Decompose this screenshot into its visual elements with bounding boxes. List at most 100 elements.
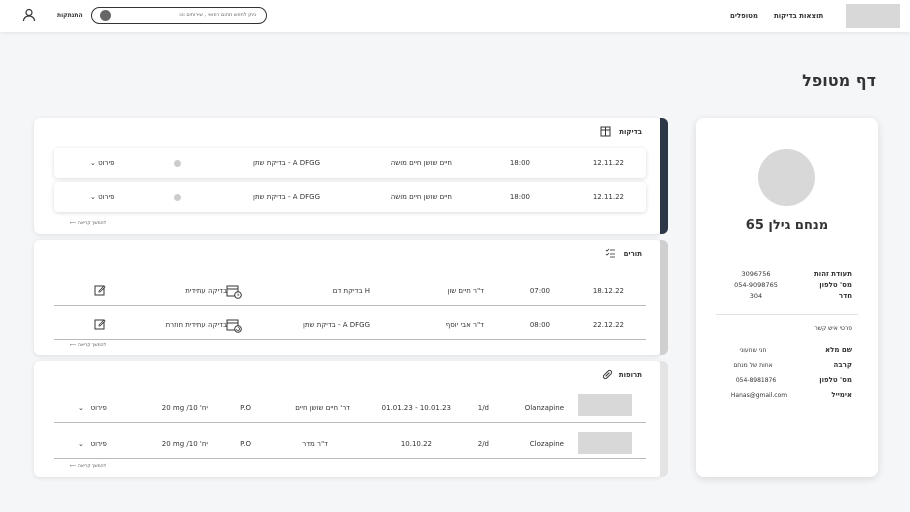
- status-dot: [174, 160, 181, 167]
- details-toggle[interactable]: ⌄ פירוט: [78, 440, 107, 448]
- medication-route: P.O: [240, 440, 251, 448]
- test-time: 18:00: [509, 159, 530, 167]
- medication-frequency: 1/d: [477, 404, 489, 412]
- email-label: אימייל: [831, 391, 852, 399]
- divider: [716, 314, 858, 315]
- page-title: דף מטופל: [802, 71, 876, 90]
- details-label: פירוט: [98, 159, 115, 167]
- test-doctor: חיים שושן חיים מושה: [390, 159, 452, 167]
- details-label: פירוט: [90, 404, 107, 412]
- user-icon[interactable]: [22, 8, 36, 22]
- appointment-time: 08:00: [529, 321, 550, 329]
- search-input[interactable]: ניתן לחפש תחום רפואי , שירותים וכו: [91, 7, 267, 24]
- read-more-link[interactable]: ⟵ להמשך קריאה: [70, 343, 106, 348]
- nav-patients[interactable]: מטופלים: [730, 12, 758, 20]
- appointments-section: תורים 18.12.22 07:00 ד"ר חיים שון בדיקת …: [34, 240, 668, 355]
- chevron-down-icon: ⌄: [90, 159, 96, 167]
- read-more-label: להמשך קריאה: [77, 343, 107, 348]
- medication-dose: 20 mg /יח' 10: [161, 440, 208, 448]
- phone-label: מס' טלפון: [819, 281, 852, 289]
- relation-value: אחות של מנחם: [733, 362, 773, 369]
- logout-button[interactable]: התנתקות: [57, 12, 83, 19]
- medications-section: תרופות Olanzapine 1/d 01.01.23 - 10.01.2…: [34, 361, 668, 477]
- id-label: תעודת זהות: [814, 270, 852, 278]
- arrow-left-icon: ⟵: [70, 343, 77, 348]
- id-value: 3096756: [741, 270, 771, 278]
- appointment-row[interactable]: 18.12.22 07:00 ד"ר חיים שון בדיקת דם H ב…: [54, 276, 646, 306]
- avatar: [758, 149, 815, 206]
- contact-title: פרטי איש קשר: [814, 325, 852, 332]
- medications-title: תרופות: [618, 371, 642, 379]
- patient-card: מנחם גילן 65 תעודת זהות 3096756 מס' טלפו…: [696, 118, 878, 477]
- medication-image: [578, 432, 632, 454]
- medication-doctor: דר' חיים שושן חיים: [295, 404, 350, 412]
- status-dot: [174, 194, 181, 201]
- details-label: פירוט: [90, 440, 107, 448]
- pill-icon: [602, 369, 613, 380]
- test-name: בדיקת שתן - A DFGG: [253, 159, 320, 167]
- medication-row[interactable]: Olanzapine 1/d 01.01.23 - 10.01.23 דר' ח…: [54, 393, 646, 423]
- search-icon[interactable]: [100, 10, 111, 21]
- tests-table-icon: [600, 126, 611, 137]
- appointment-row[interactable]: 22.12.22 08:00 ד"ר אבי יוסף בדיקת שתן - …: [54, 310, 646, 340]
- contact-name-value: חני שחעוני: [739, 347, 767, 354]
- top-bar: תוצאות בדיקות מטופלים ניתן לחפש תחום רפו…: [0, 0, 910, 32]
- test-name: בדיקת שתן - A DFGG: [253, 193, 320, 201]
- test-time: 18:00: [509, 193, 530, 201]
- appointment-date: 18.12.22: [592, 287, 624, 295]
- appointment-doctor: ד"ר אבי יוסף: [445, 321, 484, 329]
- test-doctor: חיים שושן חיים מושה: [390, 193, 452, 201]
- medication-dates: 01.01.23 - 10.01.23: [381, 404, 451, 412]
- medication-dose: 20 mg /יח' 10: [161, 404, 208, 412]
- appointment-test: בדיקת דם H: [332, 287, 370, 295]
- read-more-label: להמשך קריאה: [77, 221, 107, 226]
- relation-label: קרבה: [833, 361, 852, 369]
- chevron-down-icon: ⌄: [90, 193, 96, 201]
- medication-dates: 10.10.22: [400, 440, 432, 448]
- list-check-icon: [605, 248, 615, 258]
- details-toggle[interactable]: ⌄ פירוט: [78, 404, 107, 412]
- medication-doctor: ד"ר מדר: [302, 440, 328, 448]
- test-row[interactable]: 12.11.22 18:00 חיים שושן חיים מושה בדיקת…: [54, 148, 646, 178]
- nav-test-results[interactable]: תוצאות בדיקות: [774, 12, 823, 20]
- phone-value: 054-9098765: [734, 281, 778, 289]
- appointment-type: בדיקה עתידית: [185, 287, 227, 295]
- medication-route: P.O: [240, 404, 251, 412]
- appointments-title: תורים: [623, 250, 642, 258]
- appointment-time: 07:00: [529, 287, 550, 295]
- test-date: 12.11.22: [592, 159, 624, 167]
- appointment-test: בדיקת שתן - A DFGG: [303, 321, 370, 329]
- details-toggle[interactable]: ⌄ פירוט: [90, 159, 114, 167]
- chevron-down-icon: ⌄: [78, 404, 84, 412]
- section-accent: [660, 118, 668, 234]
- chevron-down-icon: ⌄: [78, 440, 84, 448]
- test-row[interactable]: 12.11.22 18:00 חיים שושן חיים מושה בדיקת…: [54, 182, 646, 212]
- medication-name: Clozapine: [529, 440, 564, 448]
- edit-icon[interactable]: [94, 284, 106, 296]
- contact-phone-value: 054-8981876: [735, 377, 777, 384]
- appointment-doctor: ד"ר חיים שון: [447, 287, 484, 295]
- contact-name-label: שם מלא: [824, 346, 852, 354]
- arrow-left-icon: ⟵: [70, 464, 77, 469]
- room-value: 304: [749, 292, 763, 300]
- tests-title: בדיקות: [619, 128, 642, 136]
- read-more-link[interactable]: ⟵ להמשך קריאה: [70, 221, 106, 226]
- medication-frequency: 2/d: [477, 440, 489, 448]
- edit-icon[interactable]: [94, 318, 106, 330]
- medication-image: [578, 394, 632, 416]
- tests-section: בדיקות 12.11.22 18:00 חיים שושן חיים מוש…: [34, 118, 668, 234]
- details-label: פירוט: [98, 193, 115, 201]
- calendar-repeat-icon: [226, 319, 242, 333]
- section-accent: [660, 361, 668, 477]
- appointment-date: 22.12.22: [592, 321, 624, 329]
- patient-name: מנחם גילן 65: [745, 218, 829, 233]
- logo[interactable]: [846, 4, 900, 28]
- email-value[interactable]: Hanas@gmail.com: [726, 392, 792, 399]
- details-toggle[interactable]: ⌄ פירוט: [90, 193, 114, 201]
- contact-phone-label: מס' טלפון: [819, 376, 852, 384]
- arrow-left-icon: ⟵: [70, 221, 77, 226]
- medication-name: Olanzapine: [524, 404, 564, 412]
- medication-row[interactable]: Clozapine 2/d 10.10.22 ד"ר מדר P.O 20 mg…: [54, 429, 646, 459]
- read-more-link[interactable]: ⟵ להמשך קריאה: [70, 464, 106, 469]
- search-placeholder: ניתן לחפש תחום רפואי , שירותים וכו: [179, 12, 256, 18]
